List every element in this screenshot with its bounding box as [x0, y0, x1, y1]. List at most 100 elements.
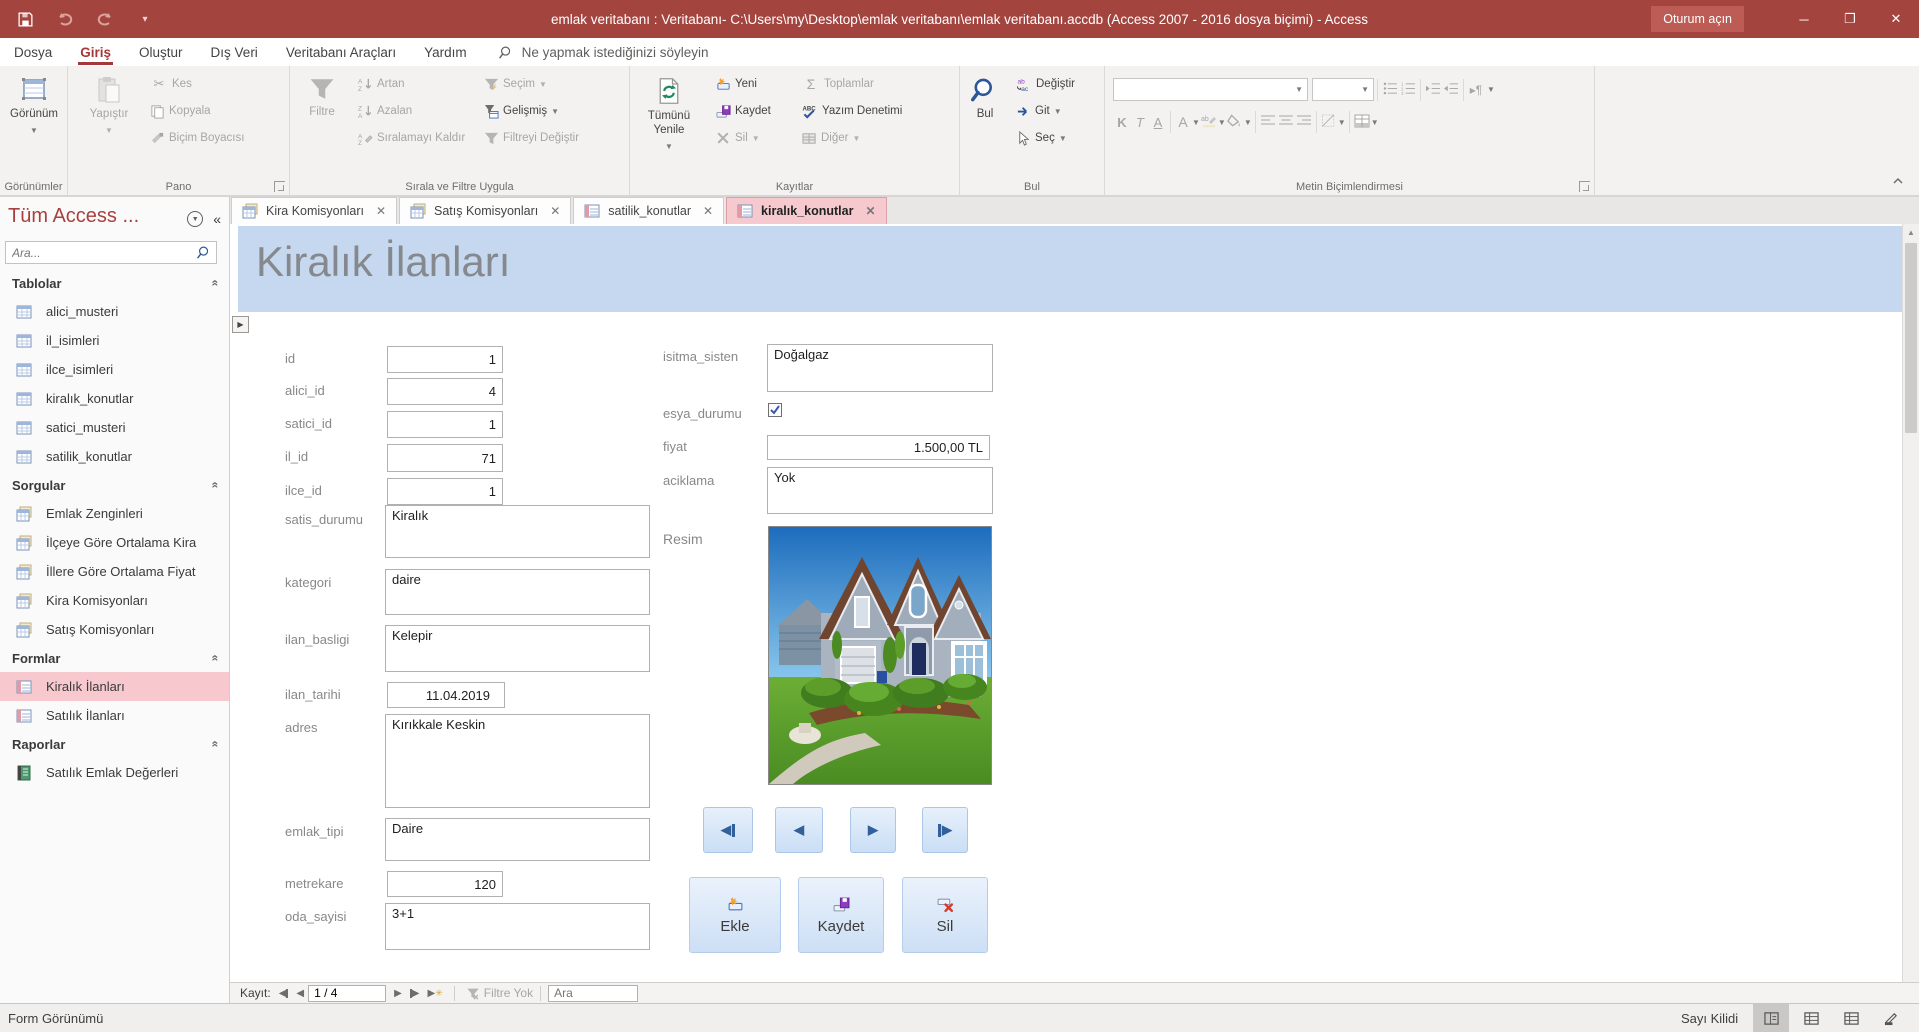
last-record-button[interactable]: ▶ [922, 807, 968, 853]
property-photo[interactable] [768, 526, 992, 785]
field-input-id[interactable] [387, 346, 503, 373]
nav-search-input[interactable] [6, 245, 193, 260]
decrease-indent-icon[interactable] [1442, 82, 1460, 98]
goto-button[interactable]: Git ▼ [1012, 99, 1079, 123]
replace-button[interactable]: ab ac Değiştir [1012, 72, 1079, 96]
sidebar-item-il-isimleri[interactable]: il_isimleri [0, 326, 229, 355]
datasheet-view-button[interactable] [1793, 1004, 1829, 1032]
clipboard-dialog-launcher[interactable] [274, 181, 285, 192]
tab-dosya[interactable]: Dosya [0, 38, 66, 66]
close-tab-icon[interactable]: ✕ [550, 204, 560, 218]
sidebar-item-kiralik-ilanlari[interactable]: Kiralık İlanları [0, 672, 229, 701]
paragraph-marks-icon[interactable]: ▸¶ [1467, 83, 1485, 97]
field-input-satici-id[interactable] [387, 411, 503, 438]
doc-tab-kiralik-konutlar[interactable]: kiralık_konutlar ✕ [726, 197, 887, 224]
paste-button[interactable]: Yapıştır ▼ [80, 70, 138, 174]
increase-indent-icon[interactable] [1424, 82, 1442, 98]
doc-tab-satis-komisyonlari[interactable]: Satış Komisyonları ✕ [399, 197, 572, 224]
field-input-kategori[interactable] [385, 569, 650, 615]
select-button[interactable]: Seç ▼ [1012, 126, 1079, 150]
sidebar-item-emlak-zenginleri[interactable]: Emlak Zenginleri [0, 499, 229, 528]
gridlines-button[interactable] [1320, 113, 1338, 131]
next-record-button[interactable]: ▶ [850, 807, 896, 853]
tab-veritabani-araclari[interactable]: Veritabanı Araçları [272, 38, 410, 66]
numbered-list-icon[interactable]: 123 [1399, 81, 1417, 98]
close-tab-icon[interactable]: ✕ [703, 204, 713, 218]
section-raporlar[interactable]: Raporlar « [0, 730, 229, 758]
refresh-all-button[interactable]: Tümünü Yenile ▼ [638, 70, 700, 174]
advanced-filter-button[interactable]: Gelişmiş ▼ [480, 99, 583, 123]
close-tab-icon[interactable]: ✕ [865, 204, 875, 218]
text-format-dialog-launcher[interactable] [1579, 181, 1590, 192]
selection-button[interactable]: Seçim ▼ [480, 72, 583, 96]
sidebar-item-satilik-ilanlari[interactable]: Satılık İlanları [0, 701, 229, 730]
nav-search-icon[interactable] [193, 245, 216, 260]
previous-record-nav-icon[interactable]: ◀ [296, 988, 304, 999]
layout-view-button[interactable] [1833, 1004, 1869, 1032]
last-record-nav-icon[interactable]: ▶ [409, 988, 420, 999]
customize-quick-access-icon[interactable]: ▾ [134, 8, 156, 30]
nav-pane-menu-icon[interactable]: ▼ [187, 211, 204, 227]
section-formlar[interactable]: Formlar « [0, 644, 229, 672]
align-center-icon[interactable] [1277, 115, 1295, 130]
font-family-combo[interactable]: ▼ [1113, 78, 1308, 101]
sidebar-item-ilceye-gore-ortalama-kira[interactable]: İlçeye Göre Ortalama Kira [0, 528, 229, 557]
add-button[interactable]: Ekle [689, 877, 781, 953]
vertical-scrollbar[interactable]: ▲ ▼ [1902, 224, 1919, 1003]
highlight-color-button[interactable]: ab [1200, 114, 1218, 131]
redo-icon[interactable] [94, 8, 116, 30]
esya-durumu-checkbox[interactable] [768, 403, 782, 417]
copy-button[interactable]: Kopyala [146, 99, 248, 123]
nav-search-box[interactable] [5, 241, 217, 264]
field-input-fiyat[interactable] [767, 435, 990, 460]
minimize-button[interactable]: ─ [1781, 0, 1827, 38]
sidebar-item-kiralik-konutlar[interactable]: kiralık_konutlar [0, 384, 229, 413]
save-record-button[interactable]: Kaydet [712, 99, 775, 123]
undo-icon[interactable] [54, 8, 76, 30]
close-button[interactable]: ✕ [1873, 0, 1919, 38]
field-input-il-id[interactable] [387, 444, 503, 472]
field-input-ilan-basligi[interactable] [385, 625, 650, 672]
sidebar-item-satici-musteri[interactable]: satici_musteri [0, 413, 229, 442]
italic-button[interactable]: T [1131, 115, 1149, 130]
field-input-emlak-tipi[interactable] [385, 818, 650, 861]
font-color-button[interactable]: A [1174, 114, 1192, 130]
next-record-nav-icon[interactable]: ▶ [394, 988, 402, 999]
tab-olustur[interactable]: Oluştur [125, 38, 197, 66]
tab-yardim[interactable]: Yardım [410, 38, 481, 66]
sidebar-item-alici-musteri[interactable]: alici_musteri [0, 297, 229, 326]
filter-status-icon[interactable] [466, 987, 480, 1000]
field-input-aciklama[interactable] [767, 467, 993, 514]
underline-button[interactable]: A [1149, 115, 1167, 130]
field-input-isitma-sistemi[interactable] [767, 344, 993, 392]
field-input-ilan-tarihi[interactable] [387, 682, 505, 708]
section-sorgular[interactable]: Sorgular « [0, 471, 229, 499]
save-button[interactable]: Kaydet [798, 877, 884, 953]
font-size-combo[interactable]: ▼ [1312, 78, 1374, 101]
field-input-metrekare[interactable] [387, 871, 503, 897]
doc-tab-satilik-konutlar[interactable]: satilik_konutlar ✕ [573, 197, 725, 224]
delete-record-button[interactable]: Sil ▼ [712, 126, 775, 150]
new-record-button[interactable]: Yeni [712, 72, 775, 96]
bold-button[interactable]: K [1113, 115, 1131, 130]
alternate-row-color-button[interactable] [1353, 114, 1371, 131]
close-tab-icon[interactable]: ✕ [376, 204, 386, 218]
sort-ascending-button[interactable]: AZ Artan [354, 72, 469, 96]
tab-dis-veri[interactable]: Dış Veri [197, 38, 272, 66]
spelling-button[interactable]: ABC Yazım Denetimi [798, 99, 906, 123]
nav-pane-title[interactable]: Tüm Access ... [8, 205, 139, 228]
sidebar-item-satilik-emlak-degerleri[interactable]: Satılık Emlak Değerleri [0, 758, 229, 787]
section-tablolar[interactable]: Tablolar « [0, 269, 229, 297]
restore-button[interactable]: ❐ [1827, 0, 1873, 38]
scroll-up-icon[interactable]: ▲ [1903, 224, 1919, 241]
filter-button[interactable]: Filtre [296, 70, 348, 174]
shutter-close-icon[interactable]: « [213, 211, 221, 227]
field-input-satis-durumu[interactable] [385, 505, 650, 558]
scrollbar-thumb[interactable] [1905, 243, 1917, 433]
fill-color-button[interactable] [1226, 113, 1244, 131]
align-left-icon[interactable] [1259, 115, 1277, 130]
save-icon[interactable] [14, 8, 36, 30]
field-input-ilce-id[interactable] [387, 478, 503, 505]
find-button[interactable]: Bul [962, 70, 1008, 174]
design-view-button[interactable] [1873, 1004, 1909, 1032]
